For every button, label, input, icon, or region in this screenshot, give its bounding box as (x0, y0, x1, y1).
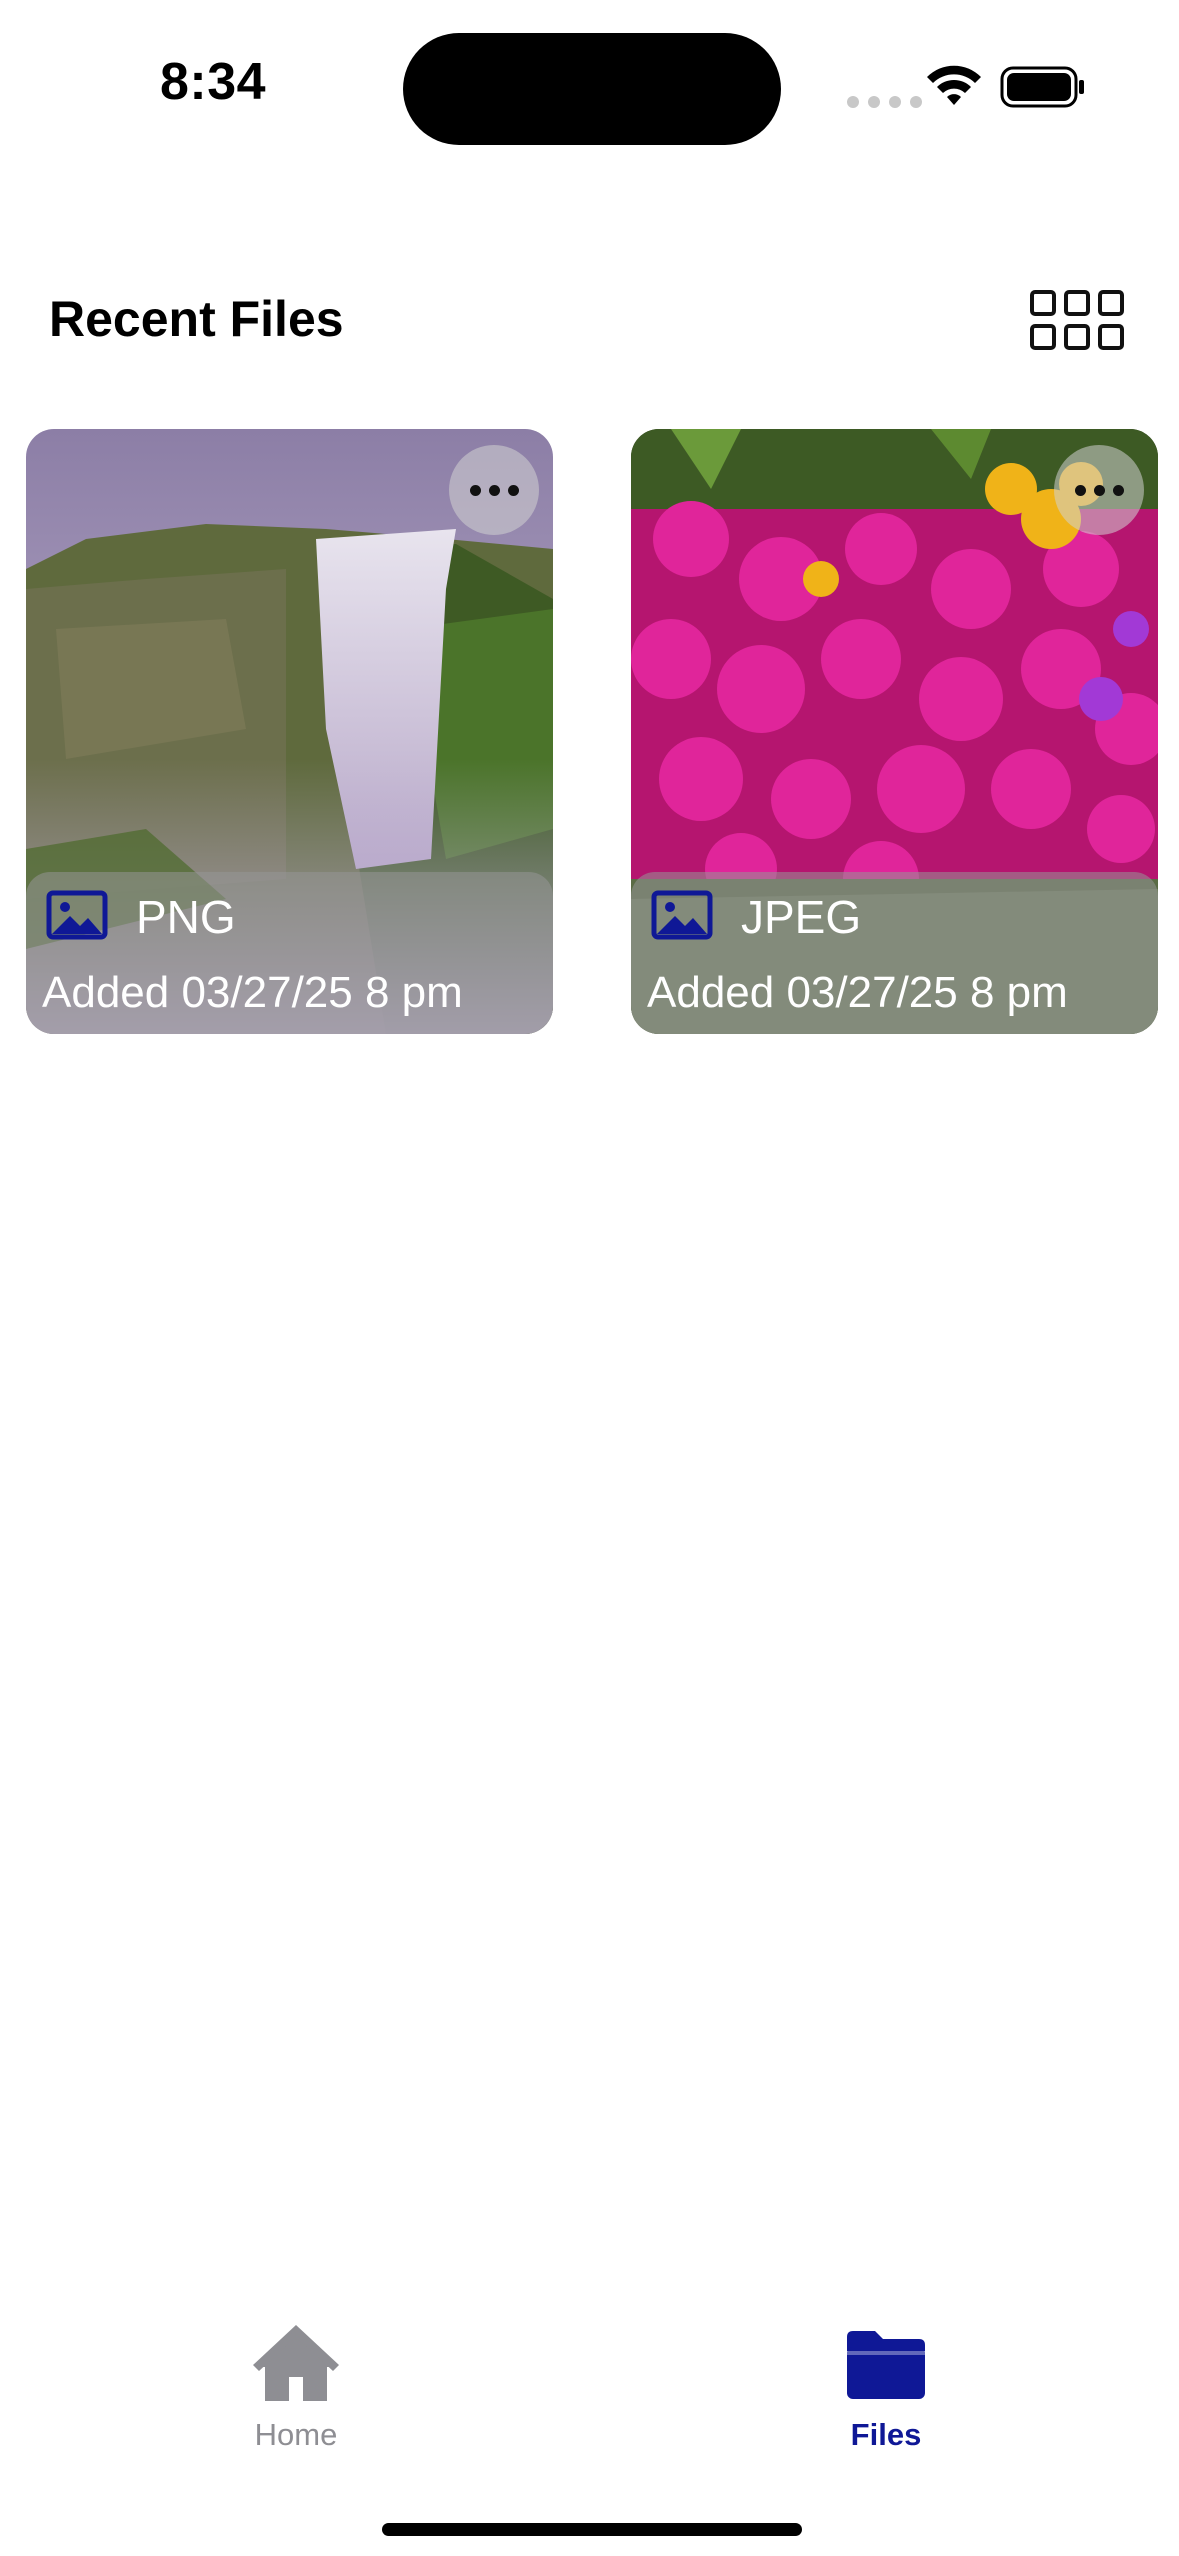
more-options-button[interactable] (1054, 445, 1144, 535)
file-type-label: JPEG (741, 891, 862, 943)
more-icon (1074, 484, 1086, 496)
home-indicator[interactable] (382, 2523, 802, 2536)
folder-icon (847, 2331, 925, 2399)
file-info-bar: JPEG Added 03/27/25 8 pm (631, 872, 1158, 1034)
file-added-date: Added 03/27/25 8 pm (647, 968, 1068, 1017)
file-card[interactable]: PNG Added 03/27/25 8 pm (26, 429, 553, 1034)
dynamic-island (403, 33, 781, 145)
file-card[interactable]: JPEG Added 03/27/25 8 pm (631, 429, 1158, 1034)
home-icon (253, 2325, 339, 2401)
page-title: Recent Files (49, 291, 344, 347)
wifi-icon (927, 65, 981, 105)
image-icon (46, 890, 108, 940)
cellular-signal-icon (847, 96, 922, 108)
grid-view-toggle-button[interactable] (1030, 290, 1126, 352)
tab-label: Home (254, 2417, 338, 2452)
file-added-date: Added 03/27/25 8 pm (42, 968, 463, 1017)
status-time: 8:34 (160, 53, 267, 111)
image-icon (651, 890, 713, 940)
more-icon (469, 484, 481, 496)
grid-icon (1030, 290, 1056, 316)
tab-files[interactable]: Files (786, 2325, 986, 2465)
file-info-bar: PNG Added 03/27/25 8 pm (26, 872, 553, 1034)
tab-label: Files (850, 2417, 922, 2452)
file-type-label: PNG (136, 891, 236, 943)
more-options-button[interactable] (449, 445, 539, 535)
tab-home[interactable]: Home (196, 2325, 396, 2465)
battery-icon (1000, 66, 1084, 108)
